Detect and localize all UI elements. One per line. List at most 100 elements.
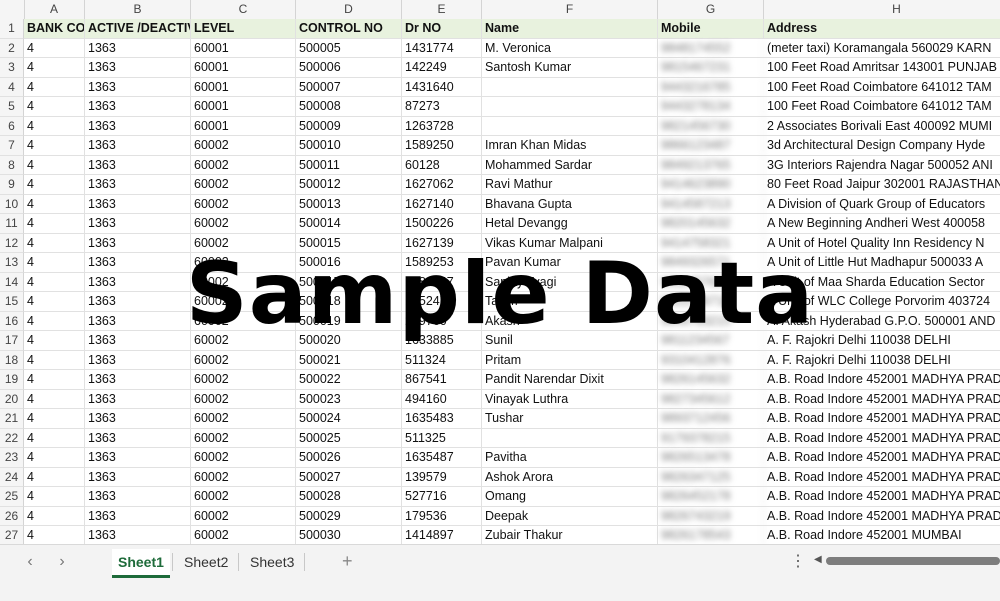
table-cell[interactable]: Sanjay Tyagi xyxy=(482,272,658,292)
table-cell[interactable]: 60002 xyxy=(191,526,296,544)
table-cell[interactable] xyxy=(482,97,658,116)
table-cell[interactable]: 4 xyxy=(24,428,85,448)
table-cell[interactable]: Pavan Kumar xyxy=(482,253,658,272)
table-cell[interactable] xyxy=(482,428,658,448)
row-number[interactable]: 8 xyxy=(0,155,24,175)
table-cell[interactable]: 60002 xyxy=(191,136,296,155)
row-number[interactable]: 25 xyxy=(0,487,24,507)
table-cell[interactable]: 9821456730 xyxy=(658,116,764,136)
table-cell[interactable]: 9820145632 xyxy=(658,214,764,233)
table-cell[interactable]: 9414623890 xyxy=(658,175,764,194)
row-number[interactable]: 16 xyxy=(0,311,24,331)
table-cell[interactable]: 60001 xyxy=(191,97,296,116)
table-cell[interactable]: 60002 xyxy=(191,214,296,233)
table-cell[interactable]: 1500226 xyxy=(402,214,482,233)
plus-icon[interactable]: + xyxy=(342,551,353,572)
table-cell[interactable]: 1363 xyxy=(85,253,191,272)
row-number[interactable]: 21 xyxy=(0,409,24,429)
table-cell[interactable]: 1363 xyxy=(85,409,191,428)
scroll-left-arrow-icon[interactable]: ◀ xyxy=(814,554,822,565)
table-cell[interactable]: A. F. Rajokri Delhi 110038 DELHI xyxy=(764,331,1000,350)
table-cell[interactable]: 2 Associates Borivali East 400092 MUMI xyxy=(764,117,1000,136)
table-cell[interactable]: Ashok Arora xyxy=(482,467,658,487)
table-cell[interactable]: 500030 xyxy=(296,526,402,544)
table-cell[interactable]: 4 xyxy=(24,467,85,487)
table-cell[interactable]: 9849213765 xyxy=(658,155,764,175)
header-cell[interactable]: Mobile xyxy=(658,19,764,38)
table-cell[interactable]: 1627139 xyxy=(402,233,482,253)
table-cell[interactable]: 60001 xyxy=(191,38,296,58)
table-cell[interactable]: 1363 xyxy=(85,194,191,214)
table-cell[interactable]: 60002 xyxy=(191,175,296,194)
table-cell[interactable]: 1431774 xyxy=(402,38,482,58)
table-cell[interactable]: 4 xyxy=(24,272,85,292)
table-cell[interactable]: 60002 xyxy=(191,506,296,526)
table-cell[interactable]: 1363 xyxy=(85,58,191,77)
table-cell[interactable]: 1363 xyxy=(85,331,191,350)
table-cell[interactable]: 100 Feet Road Coimbatore 641012 TAM xyxy=(764,78,1000,97)
table-cell[interactable]: 500013 xyxy=(296,194,402,214)
table-cell[interactable]: 60002 xyxy=(191,409,296,428)
header-cell[interactable]: Dr NO xyxy=(402,19,482,38)
table-cell[interactable]: 4 xyxy=(24,77,85,97)
table-cell[interactable]: 9443278134 xyxy=(658,97,764,116)
table-cell[interactable]: 500010 xyxy=(296,136,402,155)
table-cell[interactable]: 500019 xyxy=(296,311,402,331)
table-cell[interactable]: 4 xyxy=(24,292,85,311)
table-cell[interactable]: 1627062 xyxy=(402,175,482,194)
table-cell[interactable]: 500017 xyxy=(296,272,402,292)
table-cell[interactable]: Deepak xyxy=(482,506,658,526)
table-cell[interactable]: 500008 xyxy=(296,97,402,116)
table-cell[interactable]: 500016 xyxy=(296,253,402,272)
table-cell[interactable]: A. F. Rajokri Delhi 110038 DELHI xyxy=(764,351,1000,370)
table-cell[interactable]: A.B. Road Indore 452001 MADHYA PRAD xyxy=(764,429,1000,448)
table-cell[interactable]: 500020 xyxy=(296,331,402,350)
table-cell[interactable]: Zubair Thakur xyxy=(482,526,658,544)
table-cell[interactable]: 9849763215 xyxy=(658,311,764,331)
table-cell[interactable]: 60002 xyxy=(191,194,296,214)
table-cell[interactable]: 500014 xyxy=(296,214,402,233)
table-cell[interactable]: 1633885 xyxy=(402,331,482,350)
table-cell[interactable]: 1363 xyxy=(85,97,191,116)
table-cell[interactable]: 494160 xyxy=(402,389,482,409)
horizontal-scrollbar[interactable] xyxy=(826,557,1000,565)
table-cell[interactable]: 500005 xyxy=(296,38,402,58)
column-header-b[interactable]: B xyxy=(85,0,191,19)
table-cell[interactable]: Imran Khan Midas xyxy=(482,136,658,155)
table-cell[interactable]: 1363 xyxy=(85,214,191,233)
header-cell[interactable]: BANK COI xyxy=(24,19,85,38)
column-header-d[interactable]: D xyxy=(296,0,402,19)
table-cell[interactable]: 500022 xyxy=(296,370,402,389)
table-cell[interactable]: A Unit of Little Hut Madhapur 500033 A xyxy=(764,253,1000,272)
table-cell[interactable]: 500006 xyxy=(296,58,402,77)
header-cell[interactable]: LEVEL xyxy=(191,19,296,38)
table-cell[interactable]: A New Beginning Andheri West 400058 xyxy=(764,214,1000,233)
table-cell[interactable]: Mohammed Sardar xyxy=(482,155,658,175)
table-cell[interactable]: 1363 xyxy=(85,526,191,544)
table-cell[interactable]: A.B. Road Indore 452001 MADHYA PRAD xyxy=(764,409,1000,428)
table-cell[interactable]: 4 xyxy=(24,175,85,194)
column-header-h[interactable]: H xyxy=(764,0,1000,19)
table-cell[interactable]: 9822356710 xyxy=(658,292,764,311)
scrollbar-thumb[interactable] xyxy=(826,557,1000,565)
table-cell[interactable]: 3d Architectural Design Company Hyde xyxy=(764,136,1000,155)
table-cell[interactable]: 9827345612 xyxy=(658,389,764,409)
table-cell[interactable]: 3G Interiors Rajendra Nagar 500052 ANI xyxy=(764,156,1000,175)
table-cell[interactable]: 1452479 xyxy=(402,292,482,311)
table-cell[interactable]: 1363 xyxy=(85,292,191,311)
table-cell[interactable]: 139579 xyxy=(402,467,482,487)
table-cell[interactable]: 500025 xyxy=(296,428,402,448)
table-cell[interactable]: 60001 xyxy=(191,58,296,77)
column-header-g[interactable]: G xyxy=(658,0,764,19)
row-number[interactable]: 10 xyxy=(0,194,24,214)
row-number[interactable]: 9 xyxy=(0,175,24,195)
table-cell[interactable]: 867541 xyxy=(402,370,482,389)
row-number[interactable]: 19 xyxy=(0,370,24,390)
row-number[interactable]: 6 xyxy=(0,116,24,136)
table-cell[interactable]: A.B. Road Indore 452001 MADHYA PRAD xyxy=(764,507,1000,526)
table-cell[interactable]: 4 xyxy=(24,38,85,58)
table-cell[interactable]: 500007 xyxy=(296,77,402,97)
table-cell[interactable]: 9826452178 xyxy=(658,487,764,506)
table-cell[interactable]: 60002 xyxy=(191,350,296,370)
row-number[interactable]: 7 xyxy=(0,136,24,156)
